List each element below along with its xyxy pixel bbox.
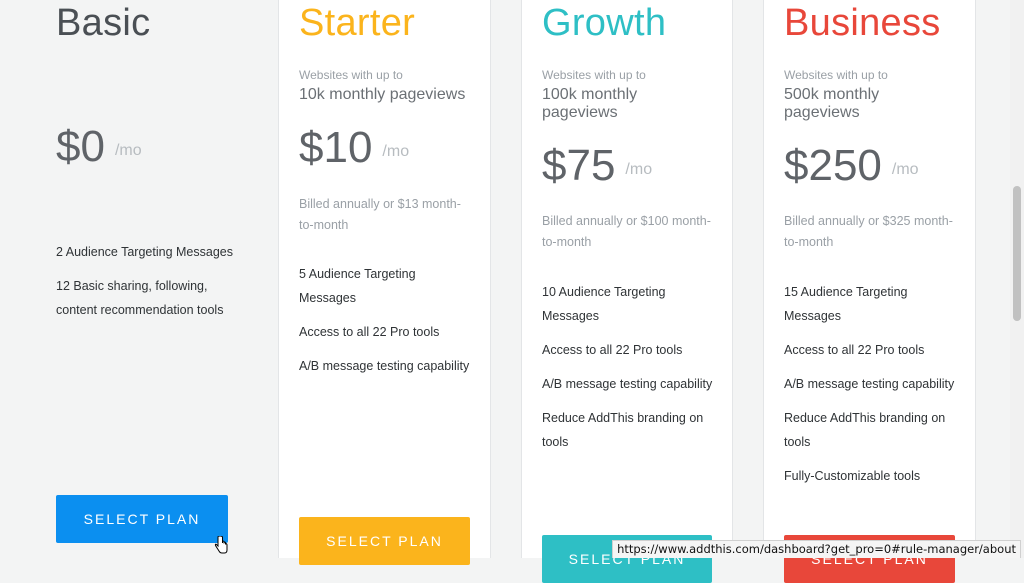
- plan-subtitle-small: Websites with up to: [784, 68, 888, 82]
- vertical-scrollbar[interactable]: [1010, 0, 1024, 558]
- price-period: /mo: [891, 161, 919, 178]
- feature-item: 15 Audience Targeting Messages: [784, 285, 908, 323]
- plan-title: Business: [784, 2, 941, 44]
- hand-pointer-icon: [214, 535, 228, 558]
- feature-item: Access to all 22 Pro tools: [784, 343, 925, 357]
- billing-note: Billed annually or $325 month-to-month: [784, 214, 953, 249]
- link-status-bar: https://www.addthis.com/dashboard?get_pr…: [612, 540, 1021, 558]
- price-value: $250: [784, 141, 882, 190]
- plan-business: Business Websites with up to 500k monthl…: [0, 0, 1024, 583]
- feature-list: 15 Audience Targeting Messages Access to…: [784, 280, 959, 498]
- feature-item: Reduce AddThis branding on tools: [784, 411, 946, 449]
- plan-price: $250/mo: [784, 141, 919, 191]
- plan-subtitle-big: 500k monthly pageviews: [784, 86, 880, 121]
- feature-item: Fully-Customizable tools: [784, 469, 921, 483]
- scrollbar-thumb[interactable]: [1013, 186, 1021, 321]
- feature-item: A/B message testing capability: [784, 377, 955, 391]
